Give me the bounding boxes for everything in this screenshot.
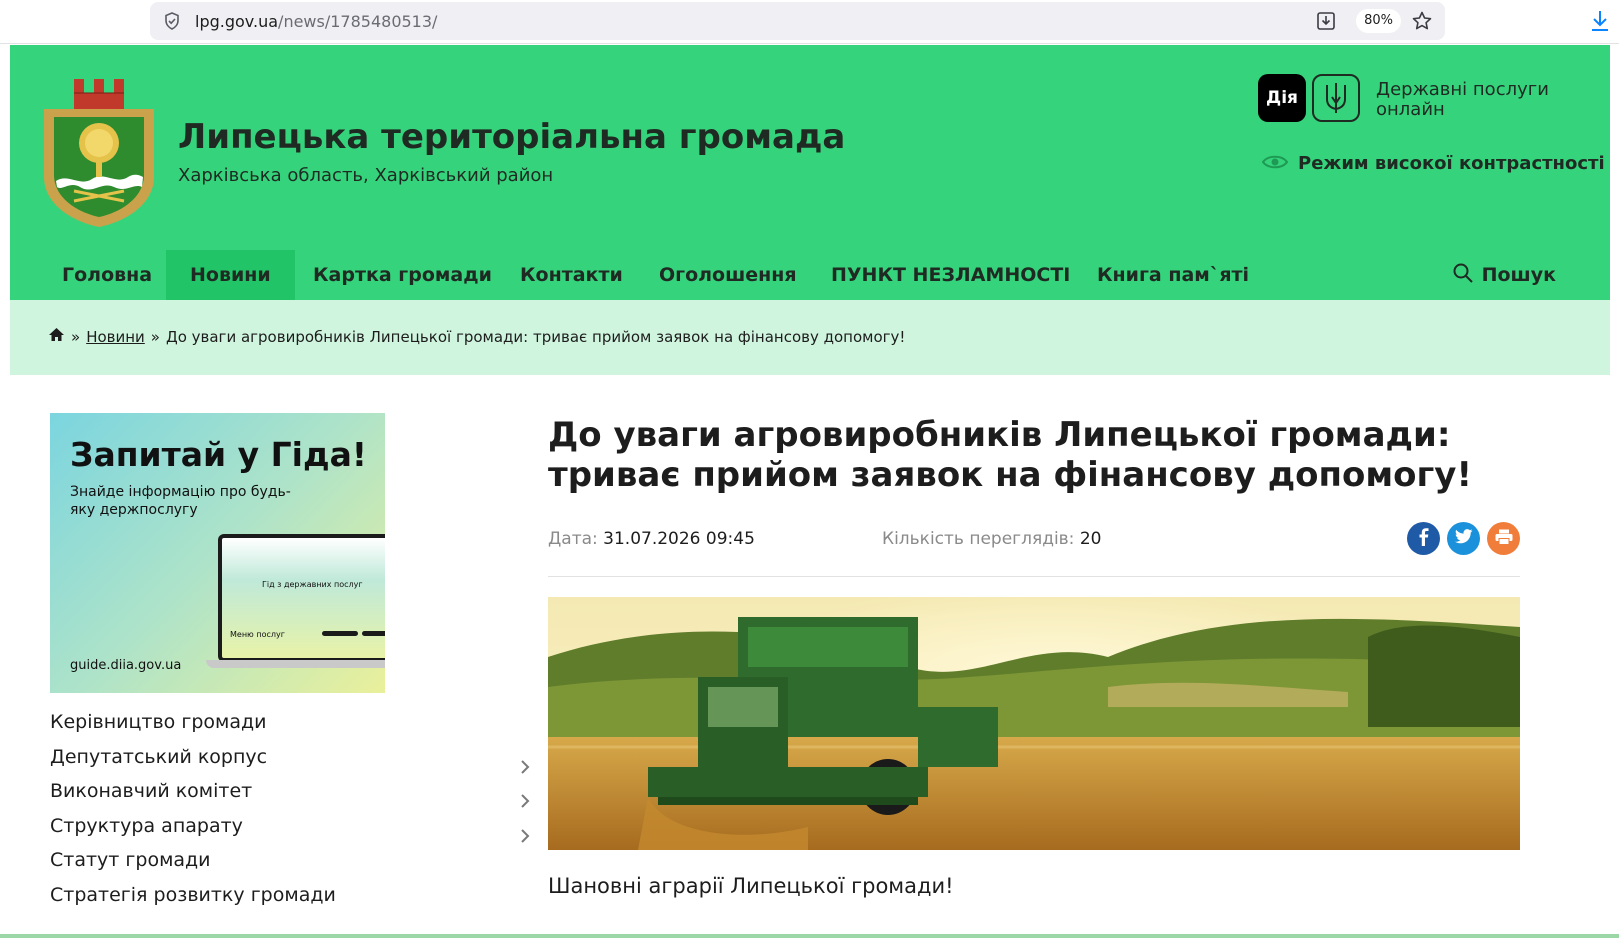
website: Липецька територіальна громада Харківськ… (10, 45, 1610, 938)
sidebar-item-statute[interactable]: Статут громади (50, 843, 530, 878)
downloads-icon[interactable] (1589, 8, 1611, 38)
nav-item-invincibility-point[interactable]: ПУНКТ НЕЗЛАМНОСТІ (807, 250, 1094, 300)
article-views: Кількість переглядів: 20 (882, 529, 1101, 549)
site-title[interactable]: Липецька територіальна громада (178, 117, 845, 157)
sidebar-menu: Керівництво громади Депутатський корпус … (50, 705, 530, 912)
breadcrumb-separator: » (150, 327, 160, 346)
url-domain: lpg.gov.ua (195, 12, 279, 31)
nav-item-contacts[interactable]: Контакти (496, 250, 647, 300)
views-value: 20 (1079, 529, 1102, 549)
coat-of-arms-logo[interactable] (38, 73, 160, 232)
save-page-icon[interactable] (1315, 10, 1337, 36)
laptop-screen-title: Гід з державних послуг (262, 580, 363, 589)
article-greeting: Шановні аграрії Липецької громади! (548, 874, 954, 898)
eye-icon (1261, 154, 1289, 174)
nav-item-announcements[interactable]: Оголошення (635, 250, 821, 300)
sidebar-item-structure[interactable]: Структура апарату (50, 809, 530, 844)
breadcrumb-separator: » (71, 327, 81, 346)
breadcrumb-news-link[interactable]: Новини (86, 328, 145, 346)
sidebar-item-label: Стратегія розвитку громади (50, 883, 336, 906)
combine-harvester-photo (548, 597, 1520, 850)
diia-logo[interactable]: Дія (1258, 74, 1306, 122)
banner-url: guide.diia.gov.ua (70, 658, 182, 673)
meta-divider (548, 576, 1520, 577)
address-bar[interactable]: lpg.gov.ua/news/1785480513/ 80% (150, 2, 1445, 40)
sidebar-item-label: Депутатський корпус (50, 745, 268, 768)
sidebar-item-label: Статут громади (50, 849, 211, 871)
sidebar-item-label: Виконавчий комітет (50, 780, 253, 802)
banner-subtitle: Знайде інформацію про будь-яку держпослу… (70, 484, 291, 518)
browser-toolbar: lpg.gov.ua/news/1785480513/ 80% (0, 0, 1619, 44)
search-label: Пошук (1481, 264, 1556, 286)
laptop-screen-menu: Меню послуг (230, 630, 285, 639)
contrast-label: Режим високої контрастності (1298, 153, 1605, 174)
page-bottom-accent (0, 934, 1619, 938)
bookmark-star-icon[interactable] (1411, 10, 1433, 36)
date-label: Дата: (548, 529, 598, 549)
facebook-share-button[interactable] (1407, 522, 1440, 555)
main-nav: Головна Новини Картка громади Контакти О… (10, 250, 1610, 300)
views-label: Кількість переглядів: (882, 529, 1075, 549)
sidebar-item-label: Структура апарату (50, 814, 243, 837)
sidebar-item-label: Керівництво громади (50, 711, 267, 733)
breadcrumb: » Новини » До уваги агровиробників Липец… (48, 327, 905, 346)
url-path: /news/1785480513/ (278, 12, 438, 31)
sidebar-item-strategy[interactable]: Стратегія розвитку громади (50, 878, 530, 913)
nav-item-home[interactable]: Головна (38, 250, 176, 300)
twitter-share-button[interactable] (1447, 522, 1480, 555)
date-value: 31.07.2026 09:45 (603, 529, 755, 549)
twitter-icon (1454, 529, 1473, 548)
banner-title: Запитай у Гіда! (70, 435, 367, 474)
sidebar-item-executive-committee[interactable]: Виконавчий комітет (50, 774, 530, 809)
nav-item-news[interactable]: Новини (166, 250, 295, 300)
sidebar-item-leadership[interactable]: Керівництво громади (50, 705, 530, 740)
search-button[interactable]: Пошук (1452, 250, 1556, 300)
zoom-level-badge[interactable]: 80% (1356, 9, 1401, 33)
laptop-illustration: Гід з державних послуг Меню послуг (206, 534, 385, 674)
tryzub-icon[interactable] (1312, 74, 1360, 122)
url-text[interactable]: lpg.gov.ua/news/1785480513/ (195, 12, 437, 31)
shield-icon[interactable] (162, 11, 182, 35)
nav-item-memory-book[interactable]: Книга пам`яті (1073, 250, 1273, 300)
article-date: Дата: 31.07.2026 09:45 (548, 529, 755, 549)
print-icon (1495, 529, 1513, 549)
search-icon (1452, 262, 1474, 288)
gov-services-link[interactable]: Державні послуги онлайн (1376, 80, 1586, 120)
print-button[interactable] (1487, 522, 1520, 555)
nav-item-community-card[interactable]: Картка громади (289, 250, 516, 300)
breadcrumb-current: До уваги агровиробників Липецької громад… (165, 327, 906, 346)
high-contrast-toggle[interactable]: Режим високої контрастності (1261, 153, 1605, 174)
home-icon[interactable] (48, 327, 65, 346)
site-header: Липецька територіальна громада Харківськ… (10, 45, 1610, 300)
article-title: До уваги агровиробників Липецької громад… (548, 415, 1472, 495)
diia-guide-banner[interactable]: Запитай у Гіда! Знайде інформацію про бу… (50, 413, 385, 693)
facebook-icon (1418, 527, 1430, 550)
site-subtitle: Харківська область, Харківський район (178, 165, 554, 186)
breadcrumb-bar: » Новини » До уваги агровиробників Липец… (10, 300, 1610, 375)
sidebar-item-deputies[interactable]: Депутатський корпус (50, 740, 530, 775)
